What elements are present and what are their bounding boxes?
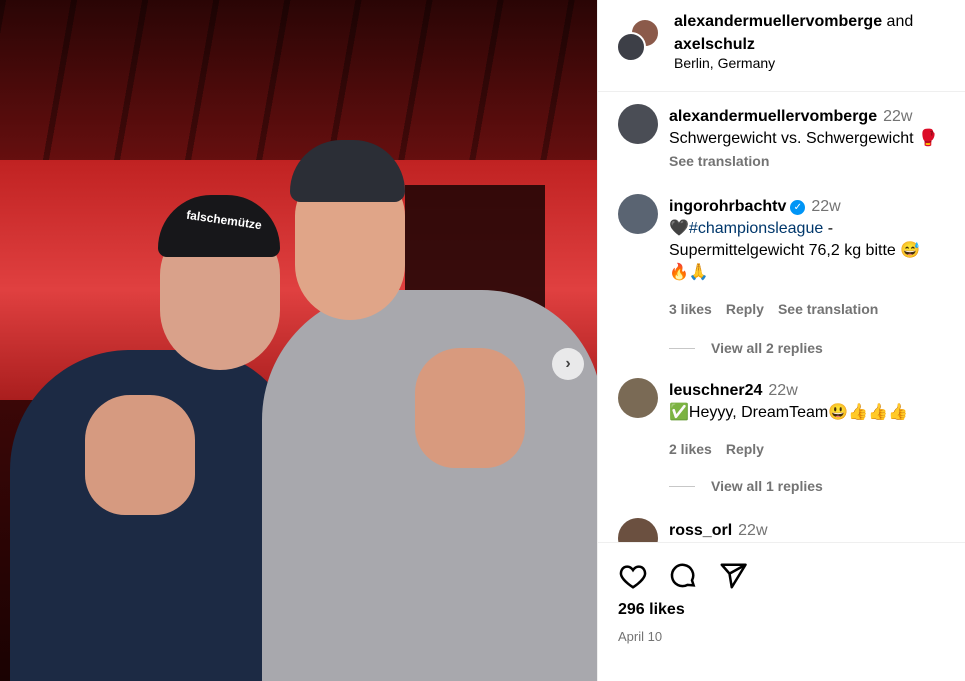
reply-button[interactable]: Reply (726, 301, 764, 317)
comment-username[interactable]: ross_orl (669, 522, 732, 539)
view-replies-button[interactable]: View all 1 replies (669, 478, 823, 494)
person-right (262, 290, 597, 681)
share-icon[interactable] (718, 561, 748, 591)
fist-left (85, 395, 195, 515)
avatar[interactable] (618, 194, 658, 234)
comment-meta: 2 likes Reply (669, 438, 965, 460)
avatar[interactable] (618, 104, 658, 144)
comment-text: - (823, 220, 834, 237)
carousel-next-button[interactable]: › (552, 348, 584, 380)
comment-time[interactable]: 22w (738, 522, 767, 539)
comment-username[interactable]: alexandermuellervomberge (669, 108, 877, 125)
avatar[interactable] (618, 378, 658, 418)
comment-username[interactable]: leuschner24 (669, 382, 762, 399)
heart-icon[interactable] (618, 561, 648, 591)
view-replies-label: View all 1 replies (711, 478, 823, 494)
post-media[interactable]: falschemütze › (0, 0, 597, 681)
see-translation-button[interactable]: See translation (669, 153, 769, 169)
comments-list[interactable]: alexandermuellervomberge 22w Schwergewich… (598, 92, 965, 542)
post-authors: alexandermuellervomberge and axelschulz (674, 10, 913, 56)
comment-text: Schwergewicht vs. Schwergewicht 🥊 (669, 130, 938, 147)
fist-right (415, 348, 525, 468)
comment-icon[interactable] (668, 561, 698, 591)
heart-emoji: 🖤 (669, 220, 689, 237)
comment-text: 🔥🙏 (669, 264, 709, 281)
view-replies-button[interactable]: View all 2 replies (669, 340, 823, 356)
likes-count[interactable]: 3 likes (669, 301, 712, 317)
post-actions: 296 likes April 10 (598, 542, 965, 681)
view-replies-label: View all 2 replies (711, 340, 823, 356)
comment-text: Supermittelgewicht 76,2 kg bitte 😅 (669, 242, 921, 259)
author-conj: and (886, 13, 914, 30)
hashtag-link[interactable]: #championsleague (689, 220, 823, 237)
divider (669, 347, 695, 349)
ceiling (0, 0, 597, 180)
post-date[interactable]: April 10 (618, 629, 662, 644)
avatar (616, 32, 646, 62)
divider (669, 485, 695, 487)
post-panel: alexandermuellervomberge and axelschulz … (597, 0, 965, 681)
comment-username[interactable]: ingorohrbachtv (669, 198, 786, 215)
collab-avatars[interactable] (616, 18, 660, 62)
author-link[interactable]: alexandermuellervomberge (674, 13, 882, 30)
location-link[interactable]: Berlin, Germany (674, 55, 775, 71)
comment-time[interactable]: 22w (811, 198, 840, 215)
post-header: alexandermuellervomberge and axelschulz … (598, 0, 965, 92)
author-link[interactable]: axelschulz (674, 36, 755, 53)
avatar[interactable] (618, 518, 658, 542)
likes-count[interactable]: 296 likes (618, 601, 685, 619)
likes-count[interactable]: 2 likes (669, 441, 712, 457)
action-icons (618, 561, 748, 591)
cap-text: falschemütze (185, 207, 263, 233)
comment-text: ✅Heyyy, DreamTeam😃👍👍👍 (669, 404, 908, 421)
reply-button[interactable]: Reply (726, 441, 764, 457)
comment-time[interactable]: 22w (768, 382, 797, 399)
verified-icon: ✓ (790, 200, 806, 215)
see-translation-button[interactable]: See translation (778, 301, 878, 317)
comment-time[interactable]: 22w (883, 108, 912, 125)
chevron-right-icon: › (565, 355, 571, 372)
comment-meta: 3 likes Reply See translation (669, 298, 965, 320)
